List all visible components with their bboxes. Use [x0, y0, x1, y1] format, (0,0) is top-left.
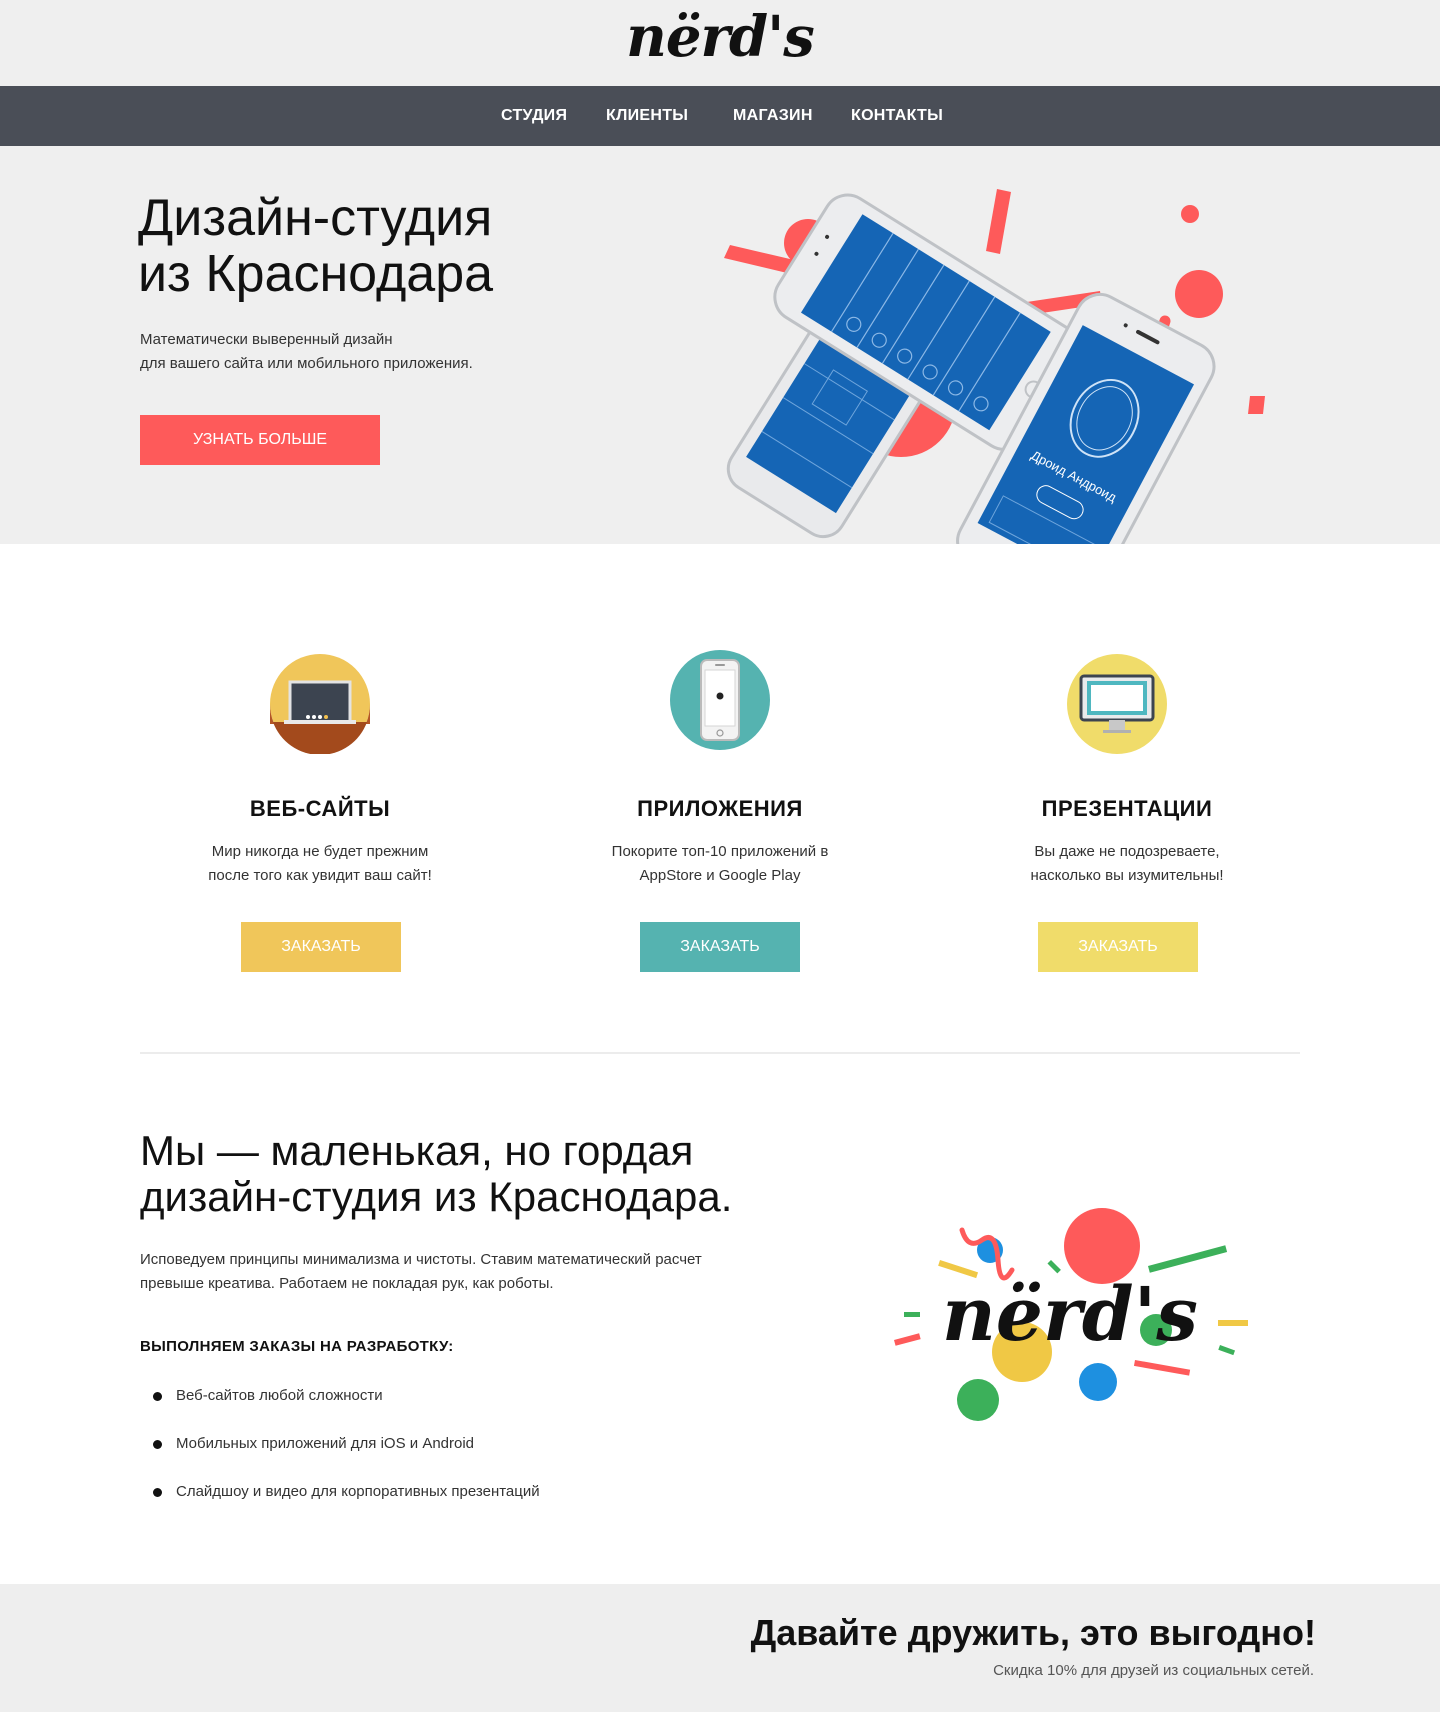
service-title-websites: ВЕБ-САЙТЫ — [249, 796, 391, 821]
bullet-icon — [153, 1392, 162, 1401]
hero-subtitle: Математически выверенный дизайн для ваше… — [140, 328, 540, 376]
bullet-icon — [153, 1440, 162, 1449]
monitor-icon — [1067, 654, 1167, 754]
service-desc-apps: Покорите топ-10 приложений в AppStore и … — [570, 840, 870, 888]
order-apps-button[interactable]: ЗАКАЗАТЬ — [640, 922, 800, 972]
list-item: Мобильных приложений для iOS и Android — [140, 1432, 540, 1480]
list-item: Веб-сайтов любой сложности — [140, 1384, 540, 1432]
site-logo[interactable]: nërd's — [0, 0, 1440, 86]
about-title: Мы — маленькая, но гордая дизайн-студия … — [140, 1128, 860, 1220]
nav-item-clients[interactable]: КЛИЕНТЫ — [606, 86, 688, 146]
hero-title-line1: Дизайн-студия — [138, 189, 493, 247]
section-divider — [140, 1052, 1300, 1054]
bullet-icon — [153, 1488, 162, 1497]
service-desc-line1: Вы даже не подозреваете, — [1034, 843, 1220, 860]
nav-item-shop[interactable]: МАГАЗИН — [733, 86, 813, 146]
nav-item-contacts[interactable]: КОНТАКТЫ — [851, 86, 943, 146]
learn-more-button[interactable]: УЗНАТЬ БОЛЬШЕ — [140, 415, 380, 465]
hero-section: Дизайн-студия из Краснодара Математическ… — [0, 146, 1440, 544]
services-section: ВЕБ-САЙТЫ Мир никогда не будет прежним п… — [0, 544, 1440, 1054]
service-desc-line2: AppStore и Google Play — [639, 867, 801, 884]
deco-dot — [1181, 205, 1199, 223]
list-item-text: Слайдшоу и видео для корпоративных презе… — [176, 1483, 540, 1500]
deco-circle-right — [1175, 270, 1223, 318]
service-title-apps: ПРИЛОЖЕНИЯ — [637, 796, 803, 821]
nerds-logo-illustration: nërd's — [894, 1208, 1248, 1421]
service-desc-websites: Мир никогда не будет прежним после того … — [170, 840, 470, 888]
hero-subtitle-line1: Математически выверенный дизайн — [140, 331, 393, 348]
service-desc-line1: Покорите топ-10 приложений в — [611, 843, 829, 860]
about-title-line1: Мы — маленькая, но гордая — [140, 1127, 694, 1174]
about-text: Исповедуем принципы минимализма и чистот… — [140, 1248, 780, 1296]
deco-stripe-2 — [986, 189, 1011, 254]
smartphone-icon — [670, 650, 770, 750]
service-desc-line2: насколько вы изумительны! — [1030, 867, 1224, 884]
service-desc-line1: Мир никогда не будет прежним — [211, 843, 429, 860]
list-item-text: Мобильных приложений для iOS и Android — [176, 1435, 475, 1452]
about-text-line2: превыше креатива. Работаем не покладая р… — [140, 1275, 554, 1292]
about-title-line2: дизайн-студия из Краснодара. — [140, 1173, 733, 1220]
blackboard-icon — [270, 654, 370, 754]
service-title-presentations: ПРЕЗЕНТАЦИИ — [1041, 796, 1213, 821]
order-websites-button[interactable]: ЗАКАЗАТЬ — [241, 922, 401, 972]
hero-subtitle-line2: для вашего сайта или мобильного приложен… — [140, 355, 473, 372]
service-desc-line2: после того как увидит ваш сайт! — [208, 867, 432, 884]
order-presentations-button[interactable]: ЗАКАЗАТЬ — [1038, 922, 1198, 972]
nav-item-studio[interactable]: СТУДИЯ — [501, 86, 567, 146]
hero-title-line2: из Краснодара — [138, 245, 494, 303]
list-item: Слайдшоу и видео для корпоративных презе… — [140, 1480, 540, 1528]
footer-subtitle: Скидка 10% для друзей из социальных сете… — [993, 1662, 1314, 1679]
hero-phones-illustration: Дроид Андроид — [724, 189, 1265, 544]
deco-stripe-5 — [1248, 396, 1265, 414]
main-nav: СТУДИЯ КЛИЕНТЫ МАГАЗИН КОНТАКТЫ — [0, 86, 1440, 146]
site-header: nërd's — [0, 0, 1440, 86]
hero-title: Дизайн-студия из Краснодара — [138, 190, 658, 302]
logo-text: nërd's — [626, 4, 815, 70]
about-subtitle: ВЫПОЛНЯЕМ ЗАКАЗЫ НА РАЗРАБОТКУ: — [140, 1338, 454, 1355]
footer-title: Давайте дружить, это выгодно! — [750, 1612, 1316, 1653]
about-text-line1: Исповедуем принципы минимализма и чистот… — [140, 1251, 702, 1268]
service-desc-presentations: Вы даже не подозреваете, насколько вы из… — [977, 840, 1277, 888]
footer-promo: Давайте дружить, это выгодно! Скидка 10%… — [0, 1584, 1440, 1712]
about-logo-text: nërd's — [942, 1272, 1198, 1358]
list-item-text: Веб-сайтов любой сложности — [176, 1387, 383, 1404]
services-list: Веб-сайтов любой сложности Мобильных при… — [140, 1384, 540, 1528]
